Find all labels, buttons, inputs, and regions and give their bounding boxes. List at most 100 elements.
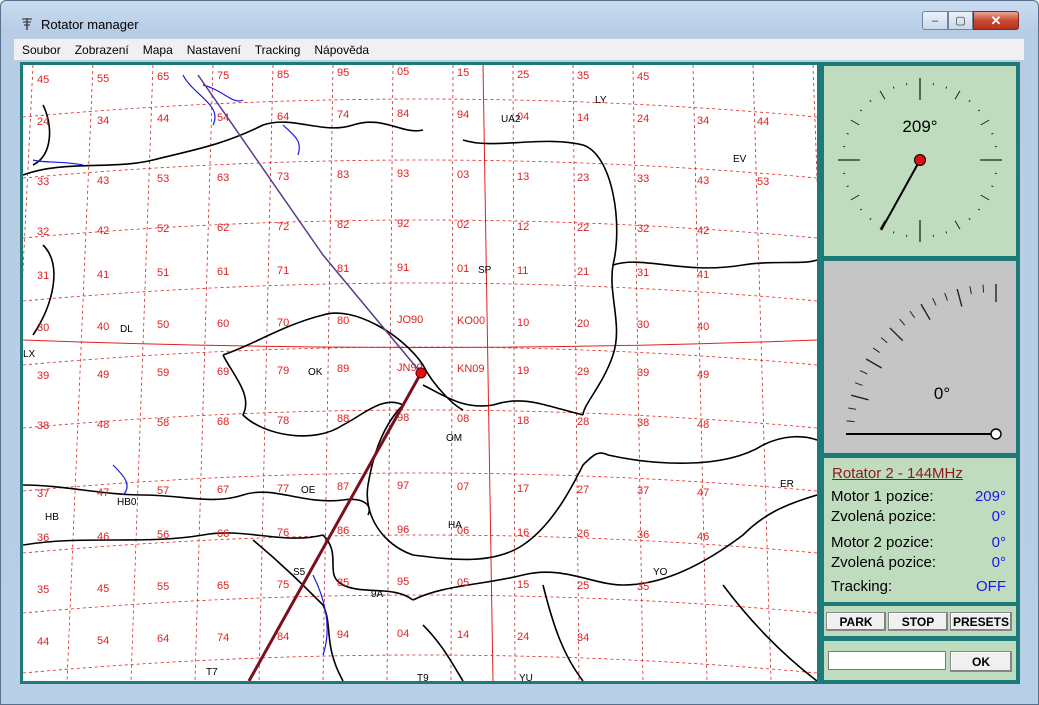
locator-map[interactable]: 45 55 65 75 85 95 05 15 25 35 45 24 34 44 54 64 74 84 94 04… bbox=[20, 62, 820, 684]
locator-square-label: 20 bbox=[577, 318, 589, 330]
locator-square-label: 38 bbox=[637, 417, 649, 429]
locator-square-label: 86 bbox=[337, 525, 349, 537]
elevation-gauge: 0° bbox=[824, 261, 1016, 453]
locator-square-label: 05 bbox=[397, 66, 409, 78]
compass-tick bbox=[869, 99, 872, 103]
country-prefix-label: ER bbox=[780, 479, 794, 490]
grid-longitude-line bbox=[386, 65, 394, 681]
locator-square-label: 59 bbox=[157, 367, 169, 379]
compass-tick bbox=[977, 109, 981, 112]
locator-square-label: 85 bbox=[277, 69, 289, 81]
elevation-tick bbox=[880, 337, 888, 344]
compass-tick bbox=[968, 99, 971, 103]
azimuth-compass: 209° bbox=[824, 66, 1016, 256]
elevation-tick bbox=[932, 297, 937, 306]
minimize-icon: ‒ bbox=[931, 14, 939, 27]
compass-tick bbox=[977, 208, 981, 211]
locator-square-label: 73 bbox=[277, 171, 289, 183]
locator-square-label: 79 bbox=[277, 365, 289, 377]
locator-square-label: 04 bbox=[397, 628, 409, 640]
maximize-button[interactable]: ▢ bbox=[948, 11, 973, 30]
locator-square-label: 64 bbox=[157, 633, 169, 645]
locator-square-label: 83 bbox=[337, 169, 349, 181]
country-labels: UA2 LY EV SP DL OK OM OE HB0 HB HA ER YO S5 9A T7 T9 YU LX bbox=[23, 95, 794, 681]
position-entry: OK bbox=[824, 641, 1016, 680]
locator-square-label: 48 bbox=[97, 419, 109, 431]
menu-napoveda[interactable]: Nápověda bbox=[308, 43, 375, 57]
locator-square-label: KO00 bbox=[457, 315, 485, 327]
locator-square-label: 53 bbox=[157, 173, 169, 185]
locator-square-label: 50 bbox=[157, 319, 169, 331]
locator-square-label: 17 bbox=[517, 483, 529, 495]
menu-soubor[interactable]: Soubor bbox=[16, 43, 67, 57]
locator-square-label: 94 bbox=[337, 629, 349, 641]
grid-longitude-line bbox=[752, 65, 772, 681]
stop-button[interactable]: STOP bbox=[888, 612, 948, 631]
locator-square-label: 51 bbox=[157, 267, 169, 279]
border-line bbox=[252, 539, 344, 681]
locator-square-label: 92 bbox=[397, 218, 409, 230]
locator-square-label: 18 bbox=[517, 415, 529, 427]
action-buttons: PARK STOP PRESETS bbox=[824, 606, 1016, 636]
park-button[interactable]: PARK bbox=[826, 612, 886, 631]
presets-button[interactable]: PRESETS bbox=[950, 612, 1012, 631]
locator-square-label: 25 bbox=[577, 580, 589, 592]
river-line bbox=[32, 159, 84, 166]
country-prefix-label: 9A bbox=[371, 589, 384, 600]
locator-square-label: 31 bbox=[37, 270, 49, 282]
locator-square-label: 56 bbox=[157, 529, 169, 541]
elevation-tick bbox=[969, 286, 972, 295]
locator-square-label: 33 bbox=[37, 176, 49, 188]
locator-square-label: 87 bbox=[337, 481, 349, 493]
menu-zobrazeni[interactable]: Zobrazení bbox=[69, 43, 135, 57]
track-path-line bbox=[197, 74, 422, 374]
locator-square-label: 36 bbox=[637, 529, 649, 541]
locator-square-label: 39 bbox=[37, 370, 49, 382]
locator-square-label: 96 bbox=[397, 524, 409, 536]
locator-square-label: 93 bbox=[397, 168, 409, 180]
locator-square-label: 32 bbox=[37, 226, 49, 238]
locator-square-label: 41 bbox=[697, 269, 709, 281]
locator-square-label: 44 bbox=[37, 636, 49, 648]
locator-square-label: KN09 bbox=[457, 363, 485, 375]
country-prefix-label: UA2 bbox=[501, 114, 521, 125]
locator-square-label: 47 bbox=[97, 487, 109, 499]
position-input[interactable] bbox=[828, 651, 946, 670]
compass-tick bbox=[980, 194, 990, 201]
locator-square-label: 76 bbox=[277, 527, 289, 539]
rotator-title[interactable]: Rotator 2 - 144MHz bbox=[832, 465, 963, 482]
minimize-button[interactable]: ‒ bbox=[922, 11, 948, 30]
country-prefix-label: DL bbox=[120, 324, 133, 335]
compass-tick bbox=[859, 208, 863, 211]
compass-tick bbox=[846, 132, 849, 135]
selected1-value: 0° bbox=[991, 508, 1006, 525]
menu-mapa[interactable]: Mapa bbox=[137, 43, 179, 57]
tracking-value: OFF bbox=[976, 578, 1006, 595]
title-bar[interactable]: Rotator manager ‒ ▢ ✕ bbox=[1, 1, 1038, 37]
locator-square-label: 14 bbox=[457, 629, 469, 641]
antenna-icon bbox=[22, 18, 32, 30]
border-line bbox=[23, 484, 370, 516]
locator-square-label: 12 bbox=[517, 221, 529, 233]
elevation-tick bbox=[846, 420, 855, 423]
menu-tracking[interactable]: Tracking bbox=[249, 43, 307, 57]
elevation-pivot bbox=[990, 428, 1002, 440]
locator-square-label: 60 bbox=[217, 318, 229, 330]
antenna-beam-line bbox=[247, 372, 423, 681]
elevation-tick bbox=[920, 303, 931, 321]
compass-tick bbox=[945, 231, 948, 234]
locator-square-label: 65 bbox=[217, 580, 229, 592]
locator-square-label: 42 bbox=[697, 225, 709, 237]
country-prefix-label: S5 bbox=[293, 567, 306, 578]
locator-square-label: 15 bbox=[457, 67, 469, 79]
locator-square-label: 72 bbox=[277, 221, 289, 233]
compass-tick bbox=[991, 132, 994, 135]
map-canvas[interactable]: 45 55 65 75 85 95 05 15 25 35 45 24 34 44 54 64 74 84 94 04… bbox=[23, 65, 817, 681]
azimuth-readout: 209° bbox=[902, 117, 937, 136]
close-button[interactable]: ✕ bbox=[973, 11, 1019, 30]
menu-nastaveni[interactable]: Nastavení bbox=[181, 43, 247, 57]
compass-hub bbox=[914, 154, 926, 166]
selected2-value: 0° bbox=[991, 554, 1006, 571]
locator-square-label: 84 bbox=[277, 631, 289, 643]
ok-button[interactable]: OK bbox=[950, 651, 1012, 672]
